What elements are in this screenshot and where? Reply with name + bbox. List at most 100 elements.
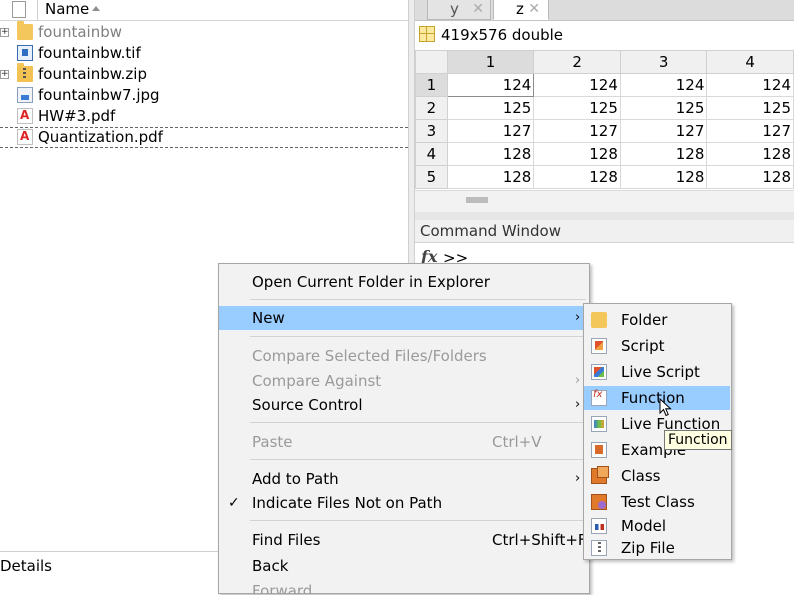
menu-item-indicate-not-on-path[interactable]: ✓ Indicate Files Not on Path (219, 491, 589, 515)
model-icon (591, 518, 607, 534)
live-function-icon (591, 416, 607, 432)
row-header[interactable]: 1 (415, 73, 448, 97)
menu-item-new[interactable]: New › (219, 306, 589, 330)
image-file-icon (17, 87, 33, 103)
table-cell[interactable]: 128 (706, 165, 794, 189)
column-separator[interactable] (37, 0, 38, 20)
file-row-fountainbw7-jpg[interactable]: fountainbw7.jpg (0, 85, 408, 106)
column-header[interactable]: 1 (446, 50, 535, 74)
file-row-fountainbw-tif[interactable]: fountainbw.tif (0, 43, 408, 64)
submenu-arrow-icon: › (575, 397, 581, 412)
tab-variable-z[interactable]: z ✕ (493, 0, 549, 20)
folder-icon (591, 312, 607, 328)
row-header[interactable]: 4 (415, 142, 448, 166)
grid-corner[interactable] (415, 50, 448, 74)
menu-item-compare-selected[interactable]: Compare Selected Files/Folders (219, 344, 589, 368)
table-cell[interactable]: 125 (533, 96, 621, 120)
menu-item-label: Source Control (252, 396, 363, 414)
table-cell[interactable]: 128 (533, 142, 621, 166)
menu-item-back[interactable]: Back (219, 554, 589, 578)
submenu-item-function[interactable]: Function (584, 386, 730, 410)
test-class-icon (591, 494, 607, 510)
table-cell[interactable]: 125 (619, 96, 708, 120)
table-cell[interactable]: 125 (706, 96, 794, 120)
tab-label: z (516, 0, 524, 18)
submenu-item-test-class[interactable]: Test Class (584, 490, 730, 514)
menu-separator (250, 459, 586, 460)
expand-icon[interactable]: + (0, 70, 9, 79)
table-cell[interactable]: 125 (446, 96, 535, 120)
file-name: HW#3.pdf (38, 107, 116, 125)
table-cell[interactable]: 128 (533, 165, 621, 189)
row-header[interactable]: 2 (415, 96, 448, 120)
menu-item-open-in-explorer[interactable]: Open Current Folder in Explorer (219, 270, 589, 294)
menu-item-paste[interactable]: Paste Ctrl+V (219, 430, 589, 454)
table-cell[interactable]: 128 (446, 142, 535, 166)
table-row: 2 125 125 125 125 (415, 96, 794, 120)
sort-ascending-icon (92, 6, 100, 11)
table-cell[interactable]: 124 (706, 73, 794, 97)
column-header[interactable]: 4 (706, 50, 794, 74)
matrix-grid-icon (419, 26, 435, 42)
table-row: 3 127 127 127 127 (415, 119, 794, 143)
class-icon (591, 466, 609, 484)
table-cell[interactable]: 127 (533, 119, 621, 143)
submenu-arrow-icon: › (575, 471, 581, 486)
file-type-column-icon[interactable] (12, 1, 26, 18)
submenu-item-folder[interactable]: Folder (584, 308, 730, 332)
menu-item-find-files[interactable]: Find Files Ctrl+Shift+F (219, 528, 589, 552)
submenu-item-class[interactable]: Class (584, 464, 730, 488)
submenu-item-script[interactable]: Script (584, 334, 730, 358)
menu-item-label: Indicate Files Not on Path (252, 494, 443, 512)
submenu-arrow-icon: › (575, 310, 581, 325)
menu-separator (250, 422, 586, 423)
column-header[interactable]: 2 (533, 50, 621, 74)
table-cell[interactable]: 127 (619, 119, 708, 143)
folder-icon (17, 21, 33, 40)
name-column-header[interactable]: Name (45, 0, 89, 18)
submenu-item-live-script[interactable]: Live Script (584, 360, 730, 384)
command-window-title: Command Window (420, 222, 562, 240)
menu-item-label: Forward (252, 582, 313, 594)
image-file-icon (17, 45, 33, 61)
close-icon[interactable]: ✕ (528, 0, 540, 18)
menu-item-label: Compare Selected Files/Folders (252, 347, 487, 365)
table-cell[interactable]: 128 (706, 142, 794, 166)
tab-variable-y[interactable]: y ✕ (427, 0, 491, 20)
file-row-quantization-pdf[interactable]: Quantization.pdf (0, 127, 408, 148)
details-label[interactable]: Details (0, 556, 52, 576)
file-name: fountainbw.zip (38, 65, 147, 83)
menu-item-compare-against[interactable]: Compare Against › (219, 369, 589, 393)
expand-icon[interactable]: + (0, 28, 9, 37)
table-cell[interactable]: 127 (706, 119, 794, 143)
row-header[interactable]: 3 (415, 119, 448, 143)
table-cell[interactable]: 124 (533, 73, 621, 97)
file-row-fountainbw-zip[interactable]: + fountainbw.zip (0, 63, 408, 85)
table-cell[interactable]: 128 (619, 165, 708, 189)
submenu-item-label: Test Class (621, 493, 695, 511)
table-cell[interactable]: 124 (619, 73, 708, 97)
submenu-item-zip-file[interactable]: Zip File (584, 536, 730, 560)
table-cell[interactable]: 128 (446, 165, 535, 189)
menu-item-forward[interactable]: Forward (219, 579, 589, 594)
table-cell[interactable]: 128 (619, 142, 708, 166)
menu-item-source-control[interactable]: Source Control › (219, 393, 589, 417)
variable-table: 1 2 3 4 1 124 124 124 124 2 125 125 125 … (415, 50, 794, 189)
table-cell[interactable]: 127 (446, 119, 535, 143)
tab-label: y (450, 0, 459, 18)
close-icon[interactable]: ✕ (472, 0, 484, 18)
submenu-item-label: Model (621, 517, 667, 535)
file-row-fountainbw-folder[interactable]: + fountainbw (0, 21, 408, 43)
submenu-item-model[interactable]: Model (584, 514, 730, 538)
submenu-item-label: Live Script (621, 363, 700, 381)
scrollbar-thumb[interactable] (466, 197, 488, 203)
live-script-icon (591, 364, 607, 380)
column-header[interactable]: 3 (619, 50, 708, 74)
file-row-hw3-pdf[interactable]: HW#3.pdf (0, 106, 408, 127)
menu-item-label: Back (252, 557, 289, 575)
table-cell[interactable]: 124 (446, 73, 535, 97)
row-header[interactable]: 5 (415, 165, 448, 189)
menu-item-add-to-path[interactable]: Add to Path › (219, 467, 589, 491)
menu-separator (250, 520, 586, 521)
table-row: 1 124 124 124 124 (415, 73, 794, 97)
